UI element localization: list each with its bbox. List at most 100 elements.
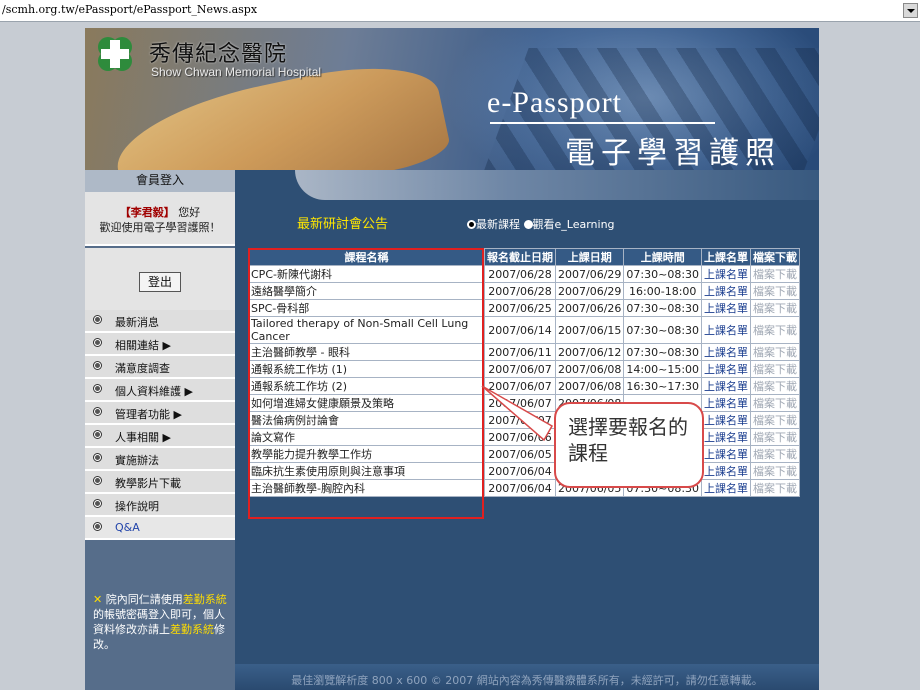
course-name-cell[interactable]: 臨床抗生素使用原則與注意事項 (248, 462, 485, 480)
address-bar[interactable]: /scmh.org.tw/ePassport/ePassport_News.as… (0, 0, 920, 22)
table-row[interactable]: 通報系統工作坊 (1) 2007/06/07 2007/06/08 14:00~15:… (248, 360, 801, 378)
sidebar-item-hr[interactable]: 人事相關 ▶ (85, 425, 235, 448)
file-download-link[interactable]: 檔案下載 (750, 411, 801, 429)
file-download-link[interactable]: 檔案下載 (750, 445, 801, 463)
date-cell: 2007/06/26 (554, 299, 625, 317)
table-row[interactable]: 主治醫師教學 - 眼科 2007/06/11 2007/06/12 07:30~08:… (248, 343, 801, 361)
class-list-link[interactable]: 上課名單 (701, 462, 752, 480)
col-deadline: 報名截止日期 (484, 248, 556, 266)
hospital-name-cn: 秀傳紀念醫院 (149, 42, 288, 67)
deadline-cell: 2007/06/14 (484, 316, 556, 344)
class-list-link[interactable]: 上課名單 (701, 343, 752, 361)
deadline-cell: 2007/06/05 (484, 445, 556, 463)
course-name-cell[interactable]: CPC-新陳代謝科 (248, 265, 485, 283)
attendance-system-link[interactable]: 差勤系統 (170, 623, 214, 636)
hospital-name-en: Show Chwan Memorial Hospital (151, 65, 322, 79)
table-row[interactable]: CPC-新陳代謝科 2007/06/28 2007/06/29 07:30~08:30… (248, 265, 801, 283)
time-cell: 07:30~08:30 (623, 299, 703, 317)
epassport-title-cn: 電子學習護照 (565, 136, 781, 170)
sidebar-item-videos[interactable]: 教學影片下載 (85, 471, 235, 494)
epassport-title: e-Passport (487, 86, 622, 119)
logout-button[interactable]: 登出 (139, 272, 181, 292)
table-row[interactable]: 臨床抗生素使用原則與注意事項2007/06/042007/06/0516:00~… (248, 462, 801, 480)
login-note: ✕ 院內同仁請使用差勤系統的帳號密碼登入即可，個人資料修改亦請上差勤系統修改。 (93, 593, 227, 651)
file-download-link[interactable]: 檔案下載 (750, 428, 801, 446)
member-login-label: 會員登入 (135, 173, 184, 187)
file-download-link[interactable]: 檔案下載 (750, 360, 801, 378)
time-cell: 14:00~15:00 (623, 360, 703, 378)
bullet-icon (93, 315, 102, 324)
date-cell: 2007/06/29 (554, 265, 625, 283)
course-name-cell[interactable]: 通報系統工作坊 (2) (248, 377, 485, 395)
attendance-system-link[interactable]: 差勤系統 (183, 593, 227, 606)
course-name-cell[interactable]: 教學能力提升教學工作坊 (248, 445, 485, 463)
sidebar-item-links[interactable]: 相關連結 ▶ (85, 333, 235, 356)
deadline-cell: 2007/06/11 (484, 343, 556, 361)
table-row[interactable]: 遠絡醫學簡介 2007/06/28 2007/06/29 16:00-18:00 上課名… (248, 282, 801, 300)
date-cell: 2007/06/15 (554, 316, 625, 344)
sidebar-item-help[interactable]: 操作說明 (85, 494, 235, 517)
course-name-cell[interactable]: 主治醫師教學-胸腔內科 (248, 479, 485, 497)
course-name-cell[interactable]: 醫法倫病例討論會 (248, 411, 485, 429)
file-download-link[interactable]: 檔案下載 (750, 299, 801, 317)
callout-text: 選擇要報名的課程 (568, 415, 688, 465)
deadline-cell: 2007/06/25 (484, 299, 556, 317)
sidebar-item-rules[interactable]: 實施辦法 (85, 448, 235, 471)
class-list-link[interactable]: 上課名單 (701, 265, 752, 283)
time-cell: 07:30~08:30 (623, 316, 703, 344)
time-cell: 16:00-18:00 (623, 282, 703, 300)
class-list-link[interactable]: 上課名單 (701, 394, 752, 412)
course-name-cell[interactable]: 如何增進婦女健康願景及策略 (248, 394, 485, 412)
file-download-link[interactable]: 檔案下載 (750, 316, 801, 344)
file-download-link[interactable]: 檔案下載 (750, 282, 801, 300)
file-download-link[interactable]: 檔案下載 (750, 377, 801, 395)
radio-elearning[interactable] (523, 220, 533, 229)
course-name-cell[interactable]: 論文寫作 (248, 428, 485, 446)
class-list-link[interactable]: 上課名單 (701, 428, 752, 446)
sidebar-item-profile[interactable]: 個人資料維護 ▶ (85, 379, 235, 402)
sidebar-item-survey[interactable]: 滿意度調查 (85, 356, 235, 379)
course-name-cell[interactable]: 遠絡醫學簡介 (248, 282, 485, 300)
bullet-icon (93, 361, 102, 370)
radio-latest-courses[interactable] (467, 220, 476, 229)
sidebar-item-admin[interactable]: 管理者功能 ▶ (85, 402, 235, 425)
file-download-link[interactable]: 檔案下載 (750, 462, 801, 480)
file-download-link[interactable]: 檔案下載 (750, 343, 801, 361)
course-name-cell[interactable]: 通報系統工作坊 (1) (248, 360, 485, 378)
footer-text: 最佳瀏覽解析度 800 x 600 © 2007 網站內容為秀傳醫療體系所有，未… (291, 674, 763, 687)
deadline-cell: 2007/06/28 (484, 265, 556, 283)
course-name-cell[interactable]: Tailored therapy of Non-Small Cell Lung … (248, 316, 485, 344)
welcome-box: 【李君毅】 您好 歡迎使用電子學習護照！ (85, 192, 235, 246)
view-options: 最新課程 觀看e_Learning (467, 216, 615, 232)
class-list-link[interactable]: 上課名單 (701, 445, 752, 463)
sidebar-item-news[interactable]: 最新消息 (85, 310, 235, 333)
bullet-icon (93, 338, 102, 347)
sidebar-item-qa[interactable]: Q&A (85, 517, 235, 540)
class-list-link[interactable]: 上課名單 (701, 316, 752, 344)
bullet-icon (93, 499, 102, 508)
table-row[interactable]: 主治醫師教學-胸腔內科 2007/06/04 2007/06/05 07:30~08:… (248, 479, 801, 497)
class-list-link[interactable]: 上課名單 (701, 299, 752, 317)
class-list-link[interactable]: 上課名單 (701, 360, 752, 378)
col-time: 上課時間 (623, 248, 703, 266)
class-list-link[interactable]: 上課名單 (701, 411, 752, 429)
table-row[interactable]: 教學能力提升教學工作坊 2007/06/05 上課名單 檔案下載 (248, 445, 801, 463)
file-download-link[interactable]: 檔案下載 (750, 265, 801, 283)
address-dropdown-icon[interactable] (903, 3, 918, 18)
logout-area: 登出 (85, 248, 235, 310)
bullet-icon (93, 407, 102, 416)
file-download-link[interactable]: 檔案下載 (750, 394, 801, 412)
course-name-cell[interactable]: 主治醫師教學 - 眼科 (248, 343, 485, 361)
class-list-link[interactable]: 上課名單 (701, 479, 752, 497)
address-url[interactable]: /scmh.org.tw/ePassport/ePassport_News.as… (2, 3, 257, 16)
class-list-link[interactable]: 上課名單 (701, 282, 752, 300)
deadline-cell: 2007/06/04 (484, 479, 556, 497)
course-name-cell[interactable]: SPC-骨科部 (248, 299, 485, 317)
table-row[interactable]: Tailored therapy of Non-Small Cell Lung … (248, 316, 801, 344)
class-list-link[interactable]: 上課名單 (701, 377, 752, 395)
callout-pointer (481, 385, 554, 442)
bullet-icon (93, 430, 102, 439)
table-row[interactable]: SPC-骨科部 2007/06/25 2007/06/26 07:30~08:30 上課… (248, 299, 801, 317)
bullet-icon (93, 476, 102, 485)
file-download-link[interactable]: 檔案下載 (750, 479, 801, 497)
